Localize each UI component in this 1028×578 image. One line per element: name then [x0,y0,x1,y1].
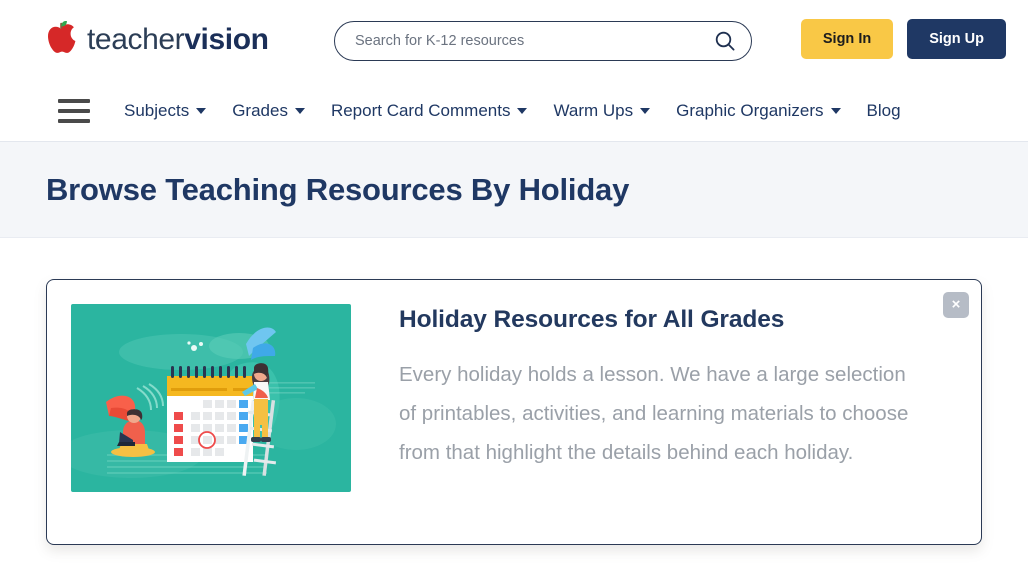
nav-label: Report Card Comments [330,101,511,120]
page-title-band: Browse Teaching Resources By Holiday [0,142,1028,238]
site-header: teachervision Sign In Sign Up [0,0,1028,80]
search-bar[interactable] [334,21,752,61]
nav-item-report-card-comments[interactable]: Report Card Comments [331,101,528,121]
main-content: Holiday Resources for All Grades Every h… [0,238,1028,545]
chevron-down-icon [517,108,528,114]
card-title: Holiday Resources for All Grades [399,306,785,333]
search-button[interactable] [705,22,751,60]
search-input[interactable] [335,22,705,60]
nav-item-subjects[interactable]: Subjects [124,101,207,121]
main-navigation: Subjects Grades Report Card Comments War… [0,80,1028,142]
nav-item-grades[interactable]: Grades [232,101,305,121]
card-body: Holiday Resources for All Grades Every h… [351,280,981,472]
nav-label: Warm Ups [553,101,634,120]
holiday-calendar-illustration [71,304,351,492]
chevron-down-icon [640,108,651,114]
logo-text: teachervision [87,25,269,55]
logo-text-light: teacher [87,23,185,56]
nav-item-graphic-organizers[interactable]: Graphic Organizers [676,101,841,121]
sign-in-button[interactable]: Sign In [800,19,894,59]
close-icon[interactable]: × [943,292,969,318]
nav-label: Blog [866,101,901,120]
chevron-down-icon [830,108,841,114]
hamburger-menu-icon[interactable] [58,99,90,123]
illustration-svg [71,304,351,492]
apple-icon [48,21,76,53]
card-description: Every holiday holds a lesson. We have a … [399,363,909,464]
chevron-down-icon [196,108,207,114]
auth-buttons: Sign In Sign Up [800,19,1006,59]
search-icon [715,31,735,51]
holiday-resources-card: Holiday Resources for All Grades Every h… [46,279,982,545]
chevron-down-icon [294,108,305,114]
nav-label: Subjects [124,101,190,120]
logo-text-bold: vision [184,23,269,56]
sign-up-button[interactable]: Sign Up [907,19,1006,59]
page-title: Browse Teaching Resources By Holiday [46,171,630,207]
nav-label: Graphic Organizers [676,101,824,120]
nav-item-blog[interactable]: Blog [867,101,901,121]
nav-label: Grades [232,101,288,120]
site-logo[interactable]: teachervision [44,18,269,62]
nav-item-warm-ups[interactable]: Warm Ups [553,101,651,121]
